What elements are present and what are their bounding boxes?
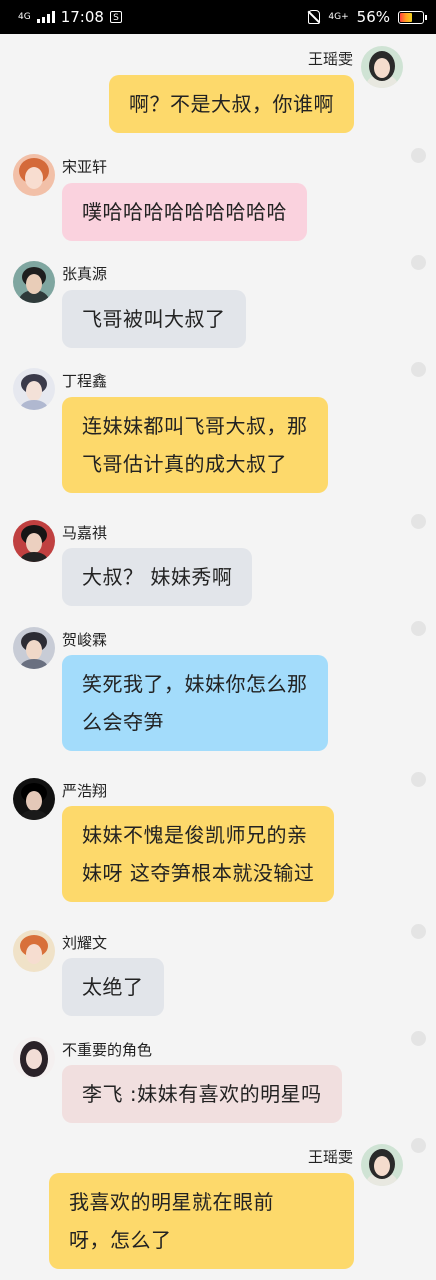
unread-dot (411, 924, 426, 939)
message-text: 飞哥被叫大叔了 (82, 307, 226, 331)
message-text-line: 妹妹不愧是俊凯师兄的亲 (82, 823, 308, 847)
message-text: 大叔？ 妹妹秀啊 (82, 565, 233, 589)
sender-name: 马嘉祺 (62, 524, 108, 542)
message-text: 太绝了 (82, 975, 144, 999)
message-bubble[interactable]: 噗哈哈哈哈哈哈哈哈哈 (62, 183, 307, 241)
sender-name: 王瑶雯 (307, 1148, 353, 1166)
unread-dot (411, 1138, 426, 1153)
unread-dot (411, 1031, 426, 1046)
sender-name: 贺峻霖 (62, 631, 108, 649)
message-bubble[interactable]: 我喜欢的明星就在眼前 呀，怎么了 (49, 1173, 354, 1269)
sender-name: 严浩翔 (62, 782, 108, 800)
message-text: 李飞 :妹妹有喜欢的明星吗 (82, 1082, 322, 1106)
message-text: 噗哈哈哈哈哈哈哈哈哈 (82, 200, 287, 224)
message-bubble[interactable]: 飞哥被叫大叔了 (62, 290, 246, 348)
sender-name: 丁程鑫 (62, 372, 108, 390)
signal-icon (36, 11, 55, 23)
avatar[interactable] (13, 930, 55, 972)
avatar[interactable] (13, 154, 55, 196)
unread-dot (411, 255, 426, 270)
battery-icon (398, 10, 427, 24)
battery-percent: 56% (356, 8, 390, 26)
unread-dot (411, 621, 426, 636)
avatar[interactable] (361, 46, 403, 88)
message-text-line: 飞哥估计真的成大叔了 (82, 452, 287, 476)
message-text-line: 我喜欢的明星就在眼前 (69, 1190, 274, 1214)
sender-name: 不重要的角色 (62, 1041, 153, 1059)
mute-icon (308, 10, 321, 24)
message-text-line: 连妹妹都叫飞哥大叔，那 (82, 414, 308, 438)
message-bubble[interactable]: 妹妹不愧是俊凯师兄的亲 妹呀 这夺笋根本就没输过 (62, 806, 335, 902)
avatar[interactable] (13, 261, 55, 303)
message-bubble[interactable]: 啊？不是大叔，你谁啊 (109, 75, 354, 133)
avatar[interactable] (13, 368, 55, 410)
message-bubble[interactable]: 笑死我了，妹妹你怎么那 么会夺笋 (62, 655, 328, 751)
network-type-right: 4G+ (328, 11, 349, 22)
message-bubble[interactable]: 连妹妹都叫飞哥大叔，那 飞哥估计真的成大叔了 (62, 397, 328, 493)
avatar[interactable] (13, 778, 55, 820)
sender-name: 王瑶雯 (307, 50, 353, 68)
message-bubble[interactable]: 大叔？ 妹妹秀啊 (62, 548, 253, 606)
status-bar: 4G 17:08 S 4G+ 56% (0, 0, 436, 34)
clock: 17:08 (60, 8, 104, 26)
message-text-line: 呀，怎么了 (69, 1228, 172, 1252)
message-text: 啊？不是大叔，你谁啊 (129, 92, 334, 116)
message-bubble[interactable]: 李飞 :妹妹有喜欢的明星吗 (62, 1065, 342, 1123)
avatar[interactable] (13, 1037, 55, 1079)
avatar[interactable] (361, 1144, 403, 1186)
avatar[interactable] (13, 520, 55, 562)
unread-dot (411, 514, 426, 529)
message-bubble[interactable]: 太绝了 (62, 958, 164, 1016)
message-text-line: 笑死我了，妹妹你怎么那 (82, 672, 308, 696)
unread-dot (411, 772, 426, 787)
unread-dot (411, 362, 426, 377)
sender-name: 张真源 (62, 265, 108, 283)
message-text-line: 妹呀 这夺笋根本就没输过 (82, 861, 315, 885)
sender-name: 宋亚轩 (62, 158, 108, 176)
message-text-line: 么会夺笋 (82, 710, 164, 734)
network-type: 4G (18, 11, 31, 22)
soul-icon: S (109, 11, 122, 23)
avatar[interactable] (13, 627, 55, 669)
unread-dot (411, 148, 426, 163)
sender-name: 刘耀文 (62, 934, 108, 952)
